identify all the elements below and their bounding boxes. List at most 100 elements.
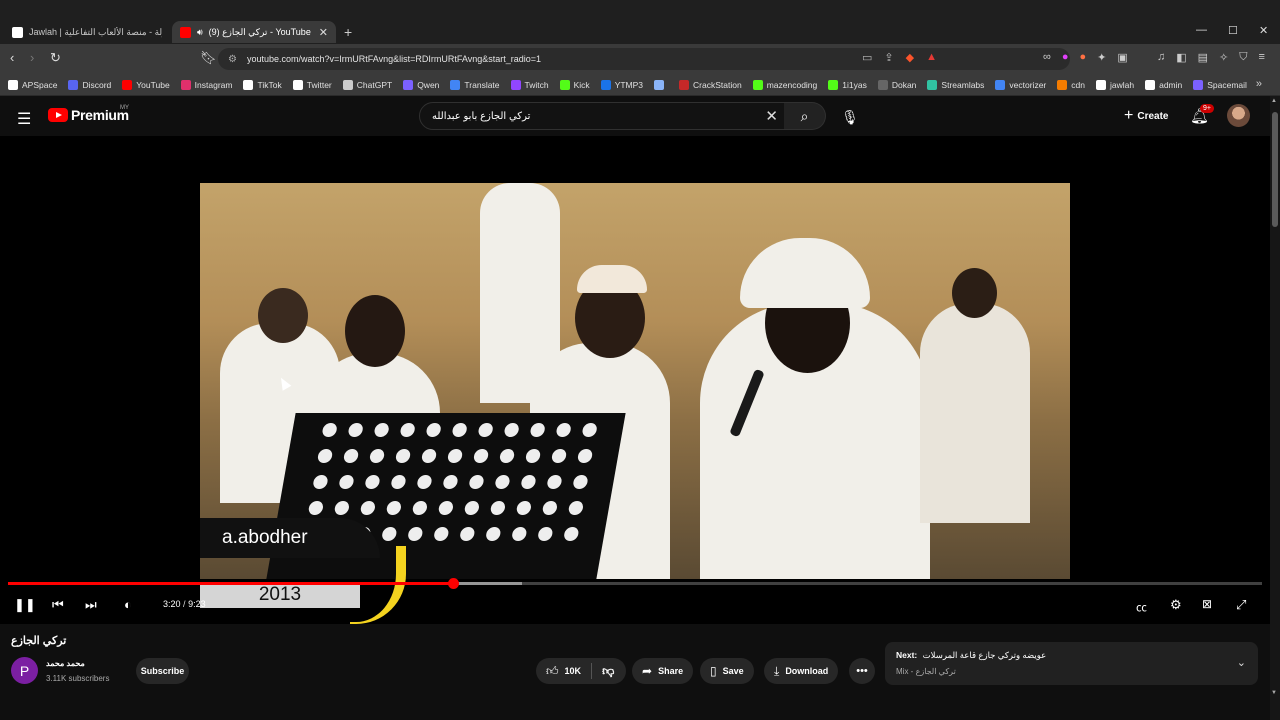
page-scrollbar[interactable] [1270, 96, 1280, 720]
speaker-icon[interactable]: 🔊︎ [197, 27, 203, 38]
fullscreen-icon[interactable]: ⤢ [1236, 597, 1246, 613]
bookmark-item[interactable]: CrackStation [679, 79, 742, 90]
bookmark-icon[interactable]: 🔖︎ [200, 50, 217, 66]
minimize-icon[interactable]: — [1196, 24, 1207, 36]
close-tab-icon[interactable]: ✕ [319, 26, 328, 39]
extension-icon[interactable]: ● [1062, 51, 1069, 64]
bookmark-item[interactable]: Discord [68, 79, 111, 90]
brave-shield-icon[interactable]: ◆ [906, 51, 914, 64]
subscribe-button[interactable]: Subscribe [136, 658, 189, 684]
create-label: Create [1137, 110, 1169, 122]
save-button[interactable]: ▯ Save [700, 658, 754, 684]
more-actions-button[interactable]: ••• [849, 658, 875, 684]
download-button[interactable]: ⤓ Download [764, 658, 839, 684]
captions-icon[interactable]: ㏄ [1136, 599, 1147, 615]
chevron-down-icon[interactable]: ⌄ [1237, 656, 1246, 669]
search-button[interactable]: ⌕ [784, 102, 826, 130]
extension-icon[interactable]: ▣ [1117, 51, 1127, 64]
stand-hole [503, 423, 520, 437]
bookmark-item[interactable]: TikTok [243, 79, 282, 90]
extension-icon[interactable]: ∞ [1043, 51, 1051, 64]
create-button[interactable]: + Create [1116, 105, 1176, 127]
miniplayer-icon[interactable]: ⊠ [1202, 597, 1212, 611]
youtube-favicon-icon [180, 26, 191, 38]
bookmark-favicon-icon [877, 79, 888, 90]
bookmark-item[interactable]: mazencoding [752, 79, 817, 90]
bookmark-item[interactable]: YTMP3 [600, 79, 643, 90]
site-info-icon[interactable]: ⚙︎ [228, 54, 237, 65]
voice-search-button[interactable]: 🎙︎ [836, 103, 864, 131]
next-video-icon[interactable]: ⏭︎ [85, 597, 97, 613]
wallet-icon[interactable]: ▤ [1198, 51, 1208, 64]
bookmark-item[interactable]: Translate [450, 79, 500, 90]
bookmark-favicon-icon [1095, 79, 1106, 90]
menu-icon[interactable]: ≡ [1259, 51, 1265, 64]
bookmark-item[interactable]: Streamlabs [927, 79, 984, 90]
progress-bar[interactable] [8, 578, 1262, 589]
sidebar-icon[interactable]: ◧ [1176, 51, 1186, 64]
previous-icon[interactable]: ⏮︎ [52, 597, 64, 613]
account-avatar[interactable] [1227, 104, 1250, 127]
address-bar[interactable]: ⚙︎ youtube.com/watch?v=IrmURtFAvng&list=… [218, 48, 1070, 70]
vpn-icon[interactable]: ⛉ [1239, 51, 1247, 64]
scroll-down-icon[interactable]: ▼ [1271, 690, 1277, 696]
bookmark-item[interactable]: Spacemail [1193, 79, 1247, 90]
channel-avatar[interactable]: P [11, 657, 38, 684]
reload-icon[interactable]: ↻ [50, 50, 61, 66]
back-icon[interactable]: ‹ [10, 50, 14, 65]
bookmark-item[interactable] [654, 79, 668, 90]
bookmark-item[interactable]: 1i1yas [828, 79, 867, 90]
cast-icon[interactable]: ▭ [862, 51, 872, 64]
more-bookmarks-icon[interactable]: » [1256, 78, 1262, 90]
scroll-up-icon[interactable]: ▲ [1271, 98, 1277, 104]
bookmark-item[interactable]: Qwen [403, 79, 439, 90]
youtube-logo[interactable]: Premium MY [48, 105, 129, 123]
bookmark-item[interactable]: admin [1145, 79, 1182, 90]
stand-hole [515, 501, 533, 515]
bookmark-item[interactable]: APSpace [8, 79, 57, 90]
bookmark-item[interactable]: Twitch [510, 79, 549, 90]
puzzle-icon[interactable]: ✦ [1097, 51, 1106, 64]
extension-icon[interactable]: ● [1080, 51, 1087, 64]
clear-search-icon[interactable]: ✕ [765, 107, 778, 125]
bookmark-item[interactable]: jawlah [1095, 79, 1134, 90]
bookmark-item[interactable]: YouTube [122, 79, 170, 90]
brave-rewards-icon[interactable]: ▲ [926, 51, 937, 64]
bookmark-item[interactable]: cdn [1057, 79, 1085, 90]
new-tab-button[interactable]: + [344, 24, 352, 40]
stand-hole [546, 475, 563, 489]
close-window-icon[interactable]: ✕ [1259, 24, 1268, 37]
maximize-icon[interactable]: ☐ [1228, 24, 1238, 37]
channel-name[interactable]: محمد محمد [46, 659, 85, 668]
address-bar-actions: ▭ ⇪ ◆ ▲ [862, 51, 937, 64]
share-page-icon[interactable]: ⇪ [884, 51, 893, 64]
bookmark-item[interactable]: vectorizer [995, 79, 1046, 90]
music-icon[interactable]: ♫ [1157, 51, 1165, 64]
bookmark-item[interactable]: Dokan [877, 79, 916, 90]
guide-menu-icon[interactable]: ☰ [17, 109, 31, 129]
settings-gear-icon[interactable]: ⚙︎ [1170, 597, 1182, 613]
forward-icon[interactable]: › [30, 50, 34, 65]
bookmark-favicon-icon [927, 79, 938, 90]
search-input[interactable]: تركي الجازع بابو عبدالله ✕ [419, 102, 785, 130]
share-button[interactable]: ➦ Share [632, 658, 694, 684]
pause-icon[interactable]: ❚❚ [14, 597, 36, 613]
stand-hole [537, 527, 554, 541]
bookmark-item[interactable]: Instagram [180, 79, 232, 90]
volume-icon[interactable]: ◐ [124, 597, 132, 612]
stand-hole [489, 501, 507, 515]
bookmark-favicon-icon [654, 79, 665, 90]
tab-jawlah[interactable]: Jawlah | جولة - منصة الألعاب التفاعلية [4, 21, 170, 43]
bookmark-item[interactable]: ChatGPT [342, 79, 392, 90]
stand-hole [321, 423, 338, 437]
dislike-button[interactable]: 👎︎ [592, 664, 624, 679]
leo-ai-icon[interactable]: ✧ [1219, 51, 1228, 64]
singer-ghutra [740, 238, 870, 308]
bookmark-item[interactable]: Kick [559, 79, 590, 90]
stand-hole [485, 527, 502, 541]
next-up-panel[interactable]: Next: عويضه وتركي جازع قاعة المرسلات Mix… [885, 642, 1258, 685]
tab-youtube[interactable]: 🔊︎ (9) تركي الجازع - YouTube ✕ [172, 21, 336, 43]
bookmark-item[interactable]: Twitter [292, 79, 332, 90]
like-button[interactable]: 👍︎ 10K [536, 663, 593, 679]
scrollbar-thumb[interactable] [1272, 112, 1278, 227]
